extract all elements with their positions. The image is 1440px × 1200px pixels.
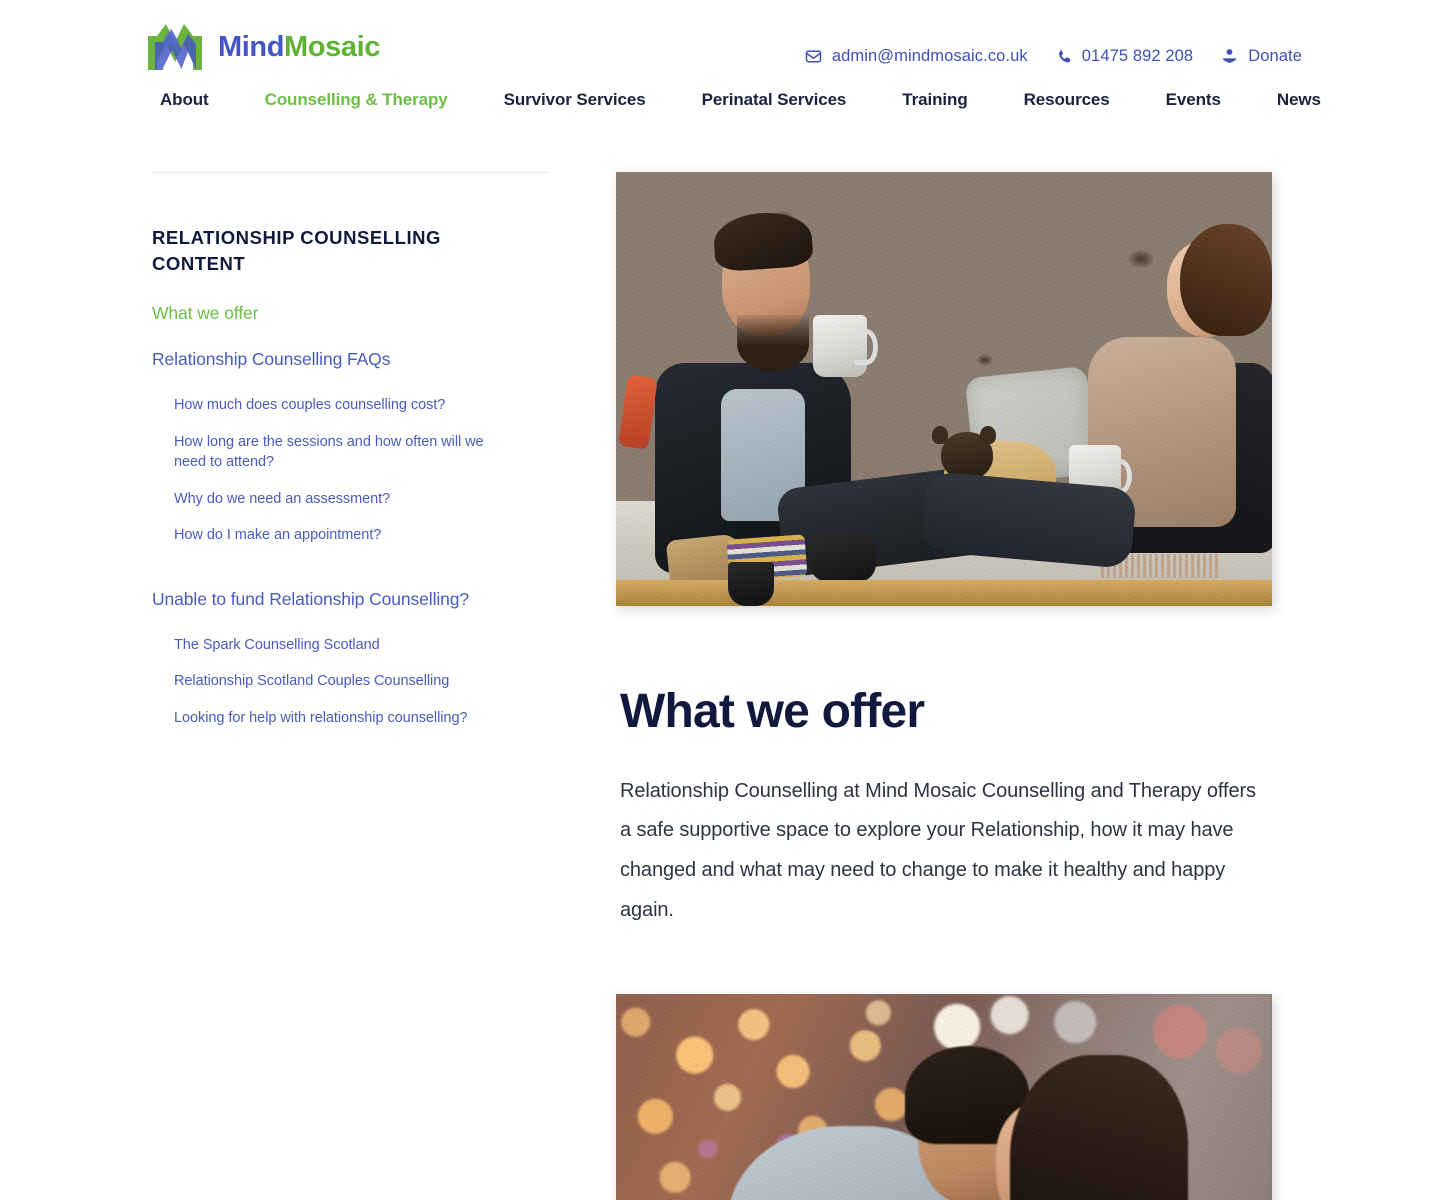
header-contact-group: admin@mindmosaic.co.uk 01475 892 208 Don…: [804, 47, 1302, 66]
content-area: RELATIONSHIP COUNSELLING CONTENT What we…: [0, 172, 1440, 1200]
list-item: How do I make an appointment?: [174, 525, 500, 546]
wooden-table-front: [616, 580, 1272, 606]
donate-link-label: Donate: [1248, 47, 1302, 65]
donate-person-icon: [1220, 47, 1239, 66]
nav-item-survivor-services[interactable]: Survivor Services: [504, 90, 646, 110]
email-link[interactable]: admin@mindmosaic.co.uk: [804, 47, 1028, 66]
main-column: What we offer Relationship Counselling a…: [616, 172, 1440, 1200]
hero-image: [616, 172, 1272, 606]
list-item: The Spark Counselling Scotland: [174, 635, 500, 656]
man-mug: [812, 315, 878, 378]
toc-subitem-the-spark[interactable]: The Spark Counselling Scotland: [174, 635, 500, 656]
list-item: How much does couples counselling cost?: [174, 395, 500, 416]
nav-item-about[interactable]: About: [160, 90, 209, 110]
brand-word-mind: Mind: [218, 30, 285, 63]
toc-group-spacer: [152, 568, 500, 588]
page-root: MindMosaic admin@mindmosaic.co.uk 01475 …: [0, 0, 1440, 1200]
main-navigation: About Counselling & Therapy Survivor Ser…: [0, 70, 1440, 110]
pug-ear: [980, 425, 997, 444]
toc-item-unable-to-fund[interactable]: Unable to fund Relationship Counselling?: [152, 588, 500, 612]
toc-nav: What we offer Relationship Counselling F…: [152, 302, 500, 729]
woman-hair: [1180, 224, 1272, 337]
toc-subitem-assessment[interactable]: Why do we need an assessment?: [174, 489, 500, 510]
toc-subitem-cost[interactable]: How much does couples counselling cost?: [174, 395, 500, 416]
email-link-label: admin@mindmosaic.co.uk: [831, 47, 1028, 65]
bokeh-photo-canvas: [616, 994, 1272, 1200]
sidebar-divider: [152, 172, 548, 173]
nav-item-perinatal-services[interactable]: Perinatal Services: [702, 90, 847, 110]
header-top-row: MindMosaic admin@mindmosaic.co.uk 01475 …: [0, 0, 1440, 70]
site-logo-link[interactable]: MindMosaic: [144, 22, 380, 72]
hero-photo-canvas: [616, 172, 1272, 606]
phone-icon: [1055, 48, 1073, 66]
toc-subitem-appointment[interactable]: How do I make an appointment?: [174, 525, 500, 546]
donate-link[interactable]: Donate: [1220, 47, 1302, 66]
phone-link-label: 01475 892 208: [1081, 47, 1194, 65]
list-item: How long are the sessions and how often …: [174, 432, 500, 473]
list-item: Why do we need an assessment?: [174, 489, 500, 510]
toc-subitem-session-length[interactable]: How long are the sessions and how often …: [174, 432, 500, 473]
brand-word-mosaic: Mosaic: [284, 30, 380, 63]
nav-item-resources[interactable]: Resources: [1024, 90, 1110, 110]
mindmosaic-m-logo-icon: [148, 24, 202, 70]
nav-item-events[interactable]: Events: [1166, 90, 1221, 110]
dark-mug-foreground: [727, 562, 774, 606]
toc-sublist-faqs: How much does couples counselling cost? …: [152, 395, 500, 546]
list-item: Looking for help with relationship couns…: [174, 708, 500, 729]
pug-ear: [932, 425, 949, 444]
man-beard: [737, 315, 810, 372]
toc-subitem-relationship-scotland[interactable]: Relationship Scotland Couples Counsellin…: [174, 671, 500, 692]
wood-knot: [1127, 250, 1154, 269]
toc-item-relationship-counselling-faqs[interactable]: Relationship Counselling FAQs: [152, 348, 500, 372]
envelope-icon: [804, 47, 823, 66]
toc-sublist-funding: The Spark Counselling Scotland Relations…: [152, 635, 500, 729]
nav-item-counselling-therapy[interactable]: Counselling & Therapy: [265, 90, 448, 110]
phone-link[interactable]: 01475 892 208: [1055, 47, 1193, 66]
site-header: MindMosaic admin@mindmosaic.co.uk 01475 …: [0, 0, 1440, 110]
toc-subitem-looking-for-help[interactable]: Looking for help with relationship couns…: [174, 708, 500, 729]
nav-item-news[interactable]: News: [1277, 90, 1321, 110]
page-title: What we offer: [620, 685, 925, 738]
nav-item-training[interactable]: Training: [902, 90, 967, 110]
list-item: Relationship Scotland Couples Counsellin…: [174, 671, 500, 692]
toc-item-what-we-offer[interactable]: What we offer: [152, 302, 500, 326]
intro-paragraph: Relationship Counselling at Mind Mosaic …: [620, 779, 1256, 921]
black-shoe: [809, 532, 876, 583]
sidebar-table-of-contents: RELATIONSHIP COUNSELLING CONTENT What we…: [152, 172, 550, 750]
brand-wordmark: MindMosaic: [218, 30, 380, 63]
secondary-image: [616, 994, 1272, 1200]
sidebar-heading: RELATIONSHIP COUNSELLING CONTENT: [152, 227, 442, 274]
